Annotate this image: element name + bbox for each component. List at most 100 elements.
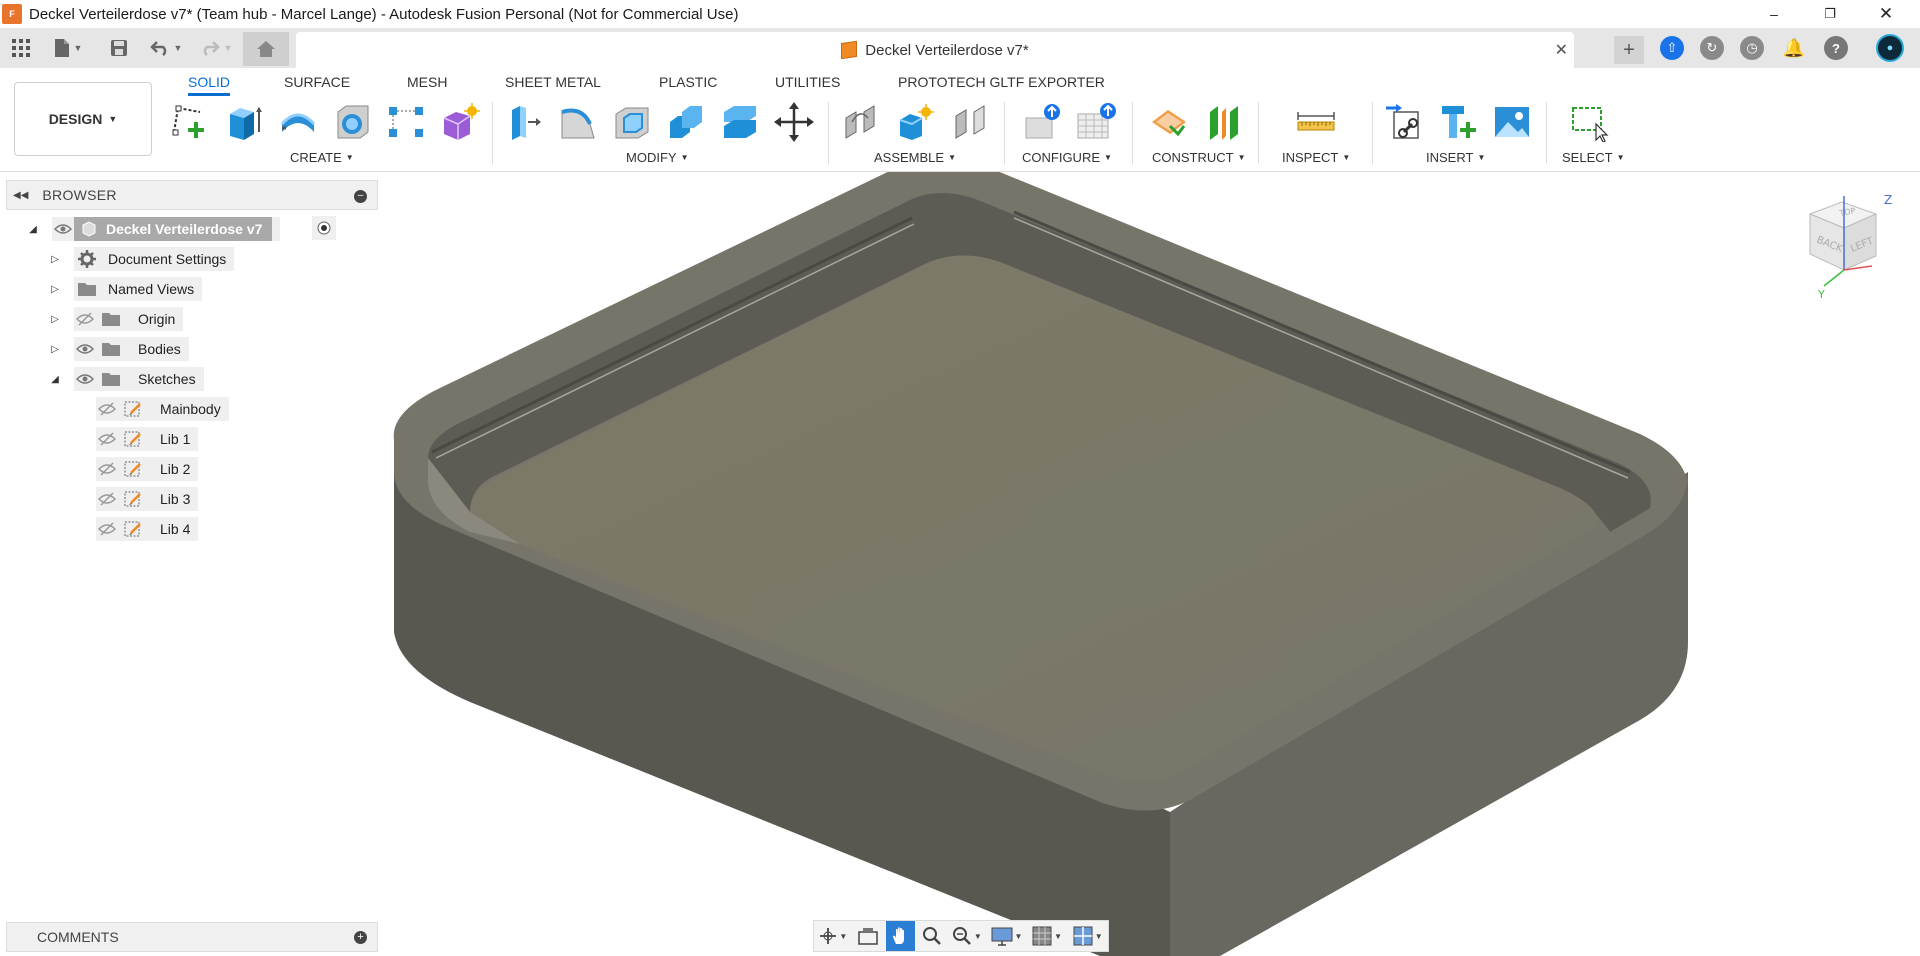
insert-mcmaster-button[interactable] <box>1436 100 1480 144</box>
fit-button[interactable]: ▼ <box>950 921 985 951</box>
configure-group-menu[interactable]: CONFIGURE ▼ <box>1022 150 1112 165</box>
redo-button[interactable]: ▼ <box>196 34 236 62</box>
tab-mesh[interactable]: MESH <box>407 72 447 96</box>
new-component-button[interactable] <box>894 100 938 144</box>
browser-node-document-settings[interactable]: ▷ Document Settings <box>48 246 235 272</box>
data-panel-button[interactable] <box>8 34 34 62</box>
browser-node-sketch-lib-2[interactable]: Lib 2 <box>96 456 199 482</box>
insert-derive-button[interactable] <box>1382 100 1426 144</box>
joint-button[interactable] <box>840 100 884 144</box>
select-group-menu[interactable]: SELECT ▼ <box>1562 150 1625 165</box>
activate-component-radio[interactable] <box>312 216 336 240</box>
expanded-triangle-icon[interactable]: ◢ <box>26 224 40 235</box>
collapsed-triangle-icon[interactable]: ▷ <box>48 284 62 295</box>
undo-button[interactable]: ▼ <box>146 34 186 62</box>
orbit-button[interactable]: ▼ <box>816 921 851 951</box>
view-cube[interactable]: TOP BACK LEFT Z Y <box>1800 192 1896 304</box>
tab-utilities[interactable]: UTILITIES <box>775 72 840 96</box>
browser-node-sketch-mainbody[interactable]: Mainbody <box>96 396 229 422</box>
browser-node-sketches[interactable]: ◢ Sketches <box>48 366 204 392</box>
visibility-eye-icon[interactable] <box>74 338 96 360</box>
extrude-button[interactable] <box>222 100 266 144</box>
create-form-button[interactable] <box>438 100 482 144</box>
insert-group-menu[interactable]: INSERT ▼ <box>1426 150 1485 165</box>
browser-node-sketch-lib-3[interactable]: Lib 3 <box>96 486 199 512</box>
hidden-eye-icon[interactable] <box>96 488 118 510</box>
assemble-group-menu[interactable]: ASSEMBLE ▼ <box>874 150 956 165</box>
tab-surface[interactable]: SURFACE <box>284 72 350 96</box>
press-pull-button[interactable] <box>502 100 546 144</box>
browser-node-sketch-lib-4[interactable]: Lib 4 <box>96 516 199 542</box>
restore-button[interactable]: ❐ <box>1802 0 1858 28</box>
workspace-switcher-button[interactable]: DESIGN ▼ <box>14 82 152 156</box>
hole-button[interactable] <box>330 100 374 144</box>
as-built-joint-button[interactable] <box>948 100 992 144</box>
minimize-panel-icon[interactable]: – <box>354 190 367 203</box>
extensions-button[interactable]: ↻ <box>1700 36 1724 60</box>
pan-button[interactable] <box>885 921 915 951</box>
grid-settings-button[interactable]: ▼ <box>1029 921 1066 951</box>
visibility-eye-icon[interactable] <box>52 218 74 240</box>
hidden-eye-icon[interactable] <box>96 398 118 420</box>
tab-prototech-gltf-exporter[interactable]: PROTOTECH GLTF EXPORTER <box>898 72 1105 96</box>
browser-node-origin[interactable]: ▷ Origin <box>48 306 184 332</box>
file-menu-button[interactable]: ▼ <box>48 34 88 62</box>
hidden-eye-icon[interactable] <box>96 518 118 540</box>
shell-button[interactable] <box>610 100 654 144</box>
move-copy-button[interactable] <box>772 100 816 144</box>
comments-panel[interactable]: COMMENTS + <box>6 922 378 952</box>
tab-plastic[interactable]: PLASTIC <box>659 72 717 96</box>
display-settings-button[interactable]: ▼ <box>988 921 1025 951</box>
window-select-button[interactable] <box>1568 100 1612 144</box>
hidden-eye-icon[interactable] <box>74 308 96 330</box>
zoom-button[interactable] <box>919 921 946 951</box>
new-tab-button[interactable]: + <box>1614 36 1644 64</box>
notifications-button[interactable]: 🔔 <box>1782 36 1806 60</box>
browser-node-sketch-lib-1[interactable]: Lib 1 <box>96 426 199 452</box>
configuration-table-button[interactable] <box>1074 100 1118 144</box>
browser-node-named-views[interactable]: ▷ Named Views <box>48 276 203 302</box>
revolve-button[interactable] <box>276 100 320 144</box>
midplane-button[interactable] <box>1202 100 1246 144</box>
home-tab-button[interactable] <box>243 32 289 66</box>
browser-node-bodies[interactable]: ▷ Bodies <box>48 336 189 362</box>
help-button[interactable]: ? <box>1824 36 1848 60</box>
modify-group-menu[interactable]: MODIFY ▼ <box>626 150 688 165</box>
hidden-eye-icon[interactable] <box>96 428 118 450</box>
inspect-group-menu[interactable]: INSPECT ▼ <box>1282 150 1350 165</box>
collapse-panel-icon[interactable]: ◀◀ <box>13 190 28 201</box>
measure-button[interactable] <box>1294 100 1338 144</box>
browser-header[interactable]: ◀◀ BROWSER – <box>6 180 378 210</box>
add-comment-icon[interactable]: + <box>354 931 367 944</box>
expanded-triangle-icon[interactable]: ◢ <box>48 374 62 385</box>
collapsed-triangle-icon[interactable]: ▷ <box>48 314 62 325</box>
user-avatar[interactable]: ● <box>1876 34 1904 62</box>
offset-plane-button[interactable] <box>1148 100 1192 144</box>
document-tab[interactable]: Deckel Verteilerdose v7* ✕ <box>296 32 1574 68</box>
close-tab-icon[interactable]: ✕ <box>1555 40 1568 60</box>
hidden-eye-icon[interactable] <box>96 458 118 480</box>
collapsed-triangle-icon[interactable]: ▷ <box>48 344 62 355</box>
close-window-button[interactable]: ✕ <box>1858 0 1914 28</box>
upload-status-button[interactable]: ⇧ <box>1660 36 1684 60</box>
pattern-button[interactable] <box>384 100 428 144</box>
construct-group-menu[interactable]: CONSTRUCT ▼ <box>1152 150 1246 165</box>
create-group-menu[interactable]: CREATE ▼ <box>290 150 354 165</box>
split-body-button[interactable] <box>718 100 762 144</box>
collapsed-triangle-icon[interactable]: ▷ <box>48 254 62 265</box>
look-at-button[interactable] <box>855 921 882 951</box>
job-status-button[interactable]: ◷ <box>1740 36 1764 60</box>
combine-button[interactable] <box>664 100 708 144</box>
fillet-button[interactable] <box>556 100 600 144</box>
viewports-button[interactable]: ▼ <box>1069 921 1106 951</box>
configure-design-button[interactable] <box>1020 100 1064 144</box>
tab-sheet-metal[interactable]: SHEET METAL <box>505 72 601 96</box>
save-button[interactable] <box>106 34 132 62</box>
create-sketch-button[interactable] <box>168 100 212 144</box>
insert-canvas-button[interactable] <box>1490 100 1534 144</box>
visibility-eye-icon[interactable] <box>74 368 96 390</box>
minimize-button[interactable]: – <box>1746 0 1802 28</box>
browser-root-node[interactable]: ◢ Deckel Verteilerdose v7 <box>26 216 336 242</box>
sketch-icon <box>122 428 144 450</box>
tab-solid[interactable]: SOLID <box>188 72 231 96</box>
